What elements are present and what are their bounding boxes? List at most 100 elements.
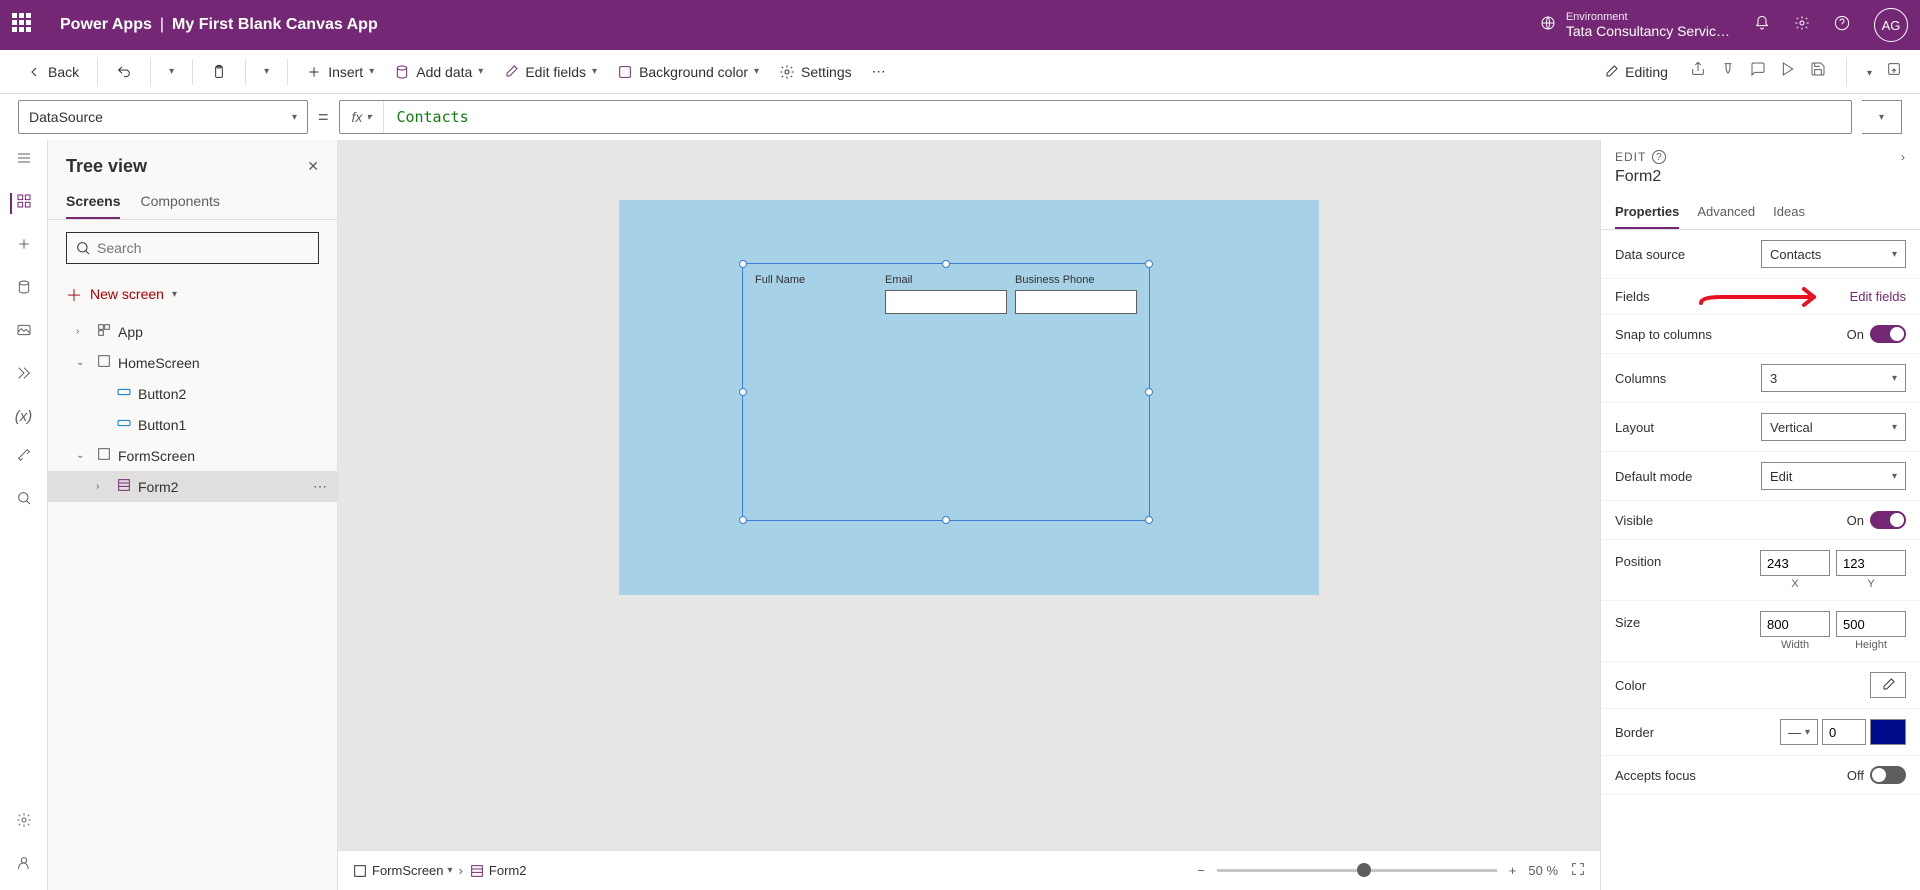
visible-toggle[interactable] xyxy=(1870,511,1906,529)
header-title: Power Apps | My First Blank Canvas App xyxy=(60,16,378,34)
background-color-button[interactable]: Background color ▾ xyxy=(609,58,767,86)
border-color-picker[interactable] xyxy=(1870,719,1906,745)
variables-rail-icon[interactable]: (x) xyxy=(15,408,33,425)
tree-node-button1[interactable]: Button1 xyxy=(48,409,337,440)
data-source-select[interactable]: Contacts▾ xyxy=(1761,240,1906,268)
resize-handle[interactable] xyxy=(739,516,747,524)
insert-rail-icon[interactable] xyxy=(16,236,32,257)
insert-button[interactable]: Insert ▾ xyxy=(298,58,382,86)
tab-screens[interactable]: Screens xyxy=(66,185,120,219)
resize-handle[interactable] xyxy=(1145,388,1153,396)
tree-node-formscreen[interactable]: ⌄ FormScreen xyxy=(48,440,337,471)
close-tree-icon[interactable]: ✕ xyxy=(307,158,319,175)
info-icon[interactable]: ? xyxy=(1652,150,1666,164)
border-width-input[interactable] xyxy=(1822,719,1866,745)
property-selector[interactable]: DataSource ▾ xyxy=(18,100,308,134)
tree-node-homescreen[interactable]: ⌄ HomeScreen xyxy=(48,347,337,378)
breadcrumb: FormScreen ▾ › Form2 xyxy=(352,863,526,879)
position-y-input[interactable] xyxy=(1836,550,1906,576)
breadcrumb-screen[interactable]: FormScreen ▾ xyxy=(352,863,453,879)
checker-icon[interactable] xyxy=(1720,61,1736,82)
new-screen-button[interactable]: ＋ New screen ▾ xyxy=(48,276,337,312)
columns-label: Columns xyxy=(1615,371,1666,386)
environment-label: Environment xyxy=(1566,11,1730,23)
snap-toggle[interactable] xyxy=(1870,325,1906,343)
media-rail-icon[interactable] xyxy=(16,322,32,343)
zoom-slider[interactable] xyxy=(1217,869,1497,872)
fit-to-window-icon[interactable] xyxy=(1570,861,1586,880)
default-mode-select[interactable]: Edit▾ xyxy=(1761,462,1906,490)
undo-button[interactable] xyxy=(108,58,140,86)
tab-advanced[interactable]: Advanced xyxy=(1697,196,1755,229)
breadcrumb-form[interactable]: Form2 xyxy=(469,863,527,879)
hamburger-icon[interactable] xyxy=(16,150,32,171)
tree-node-button2[interactable]: Button2 xyxy=(48,378,337,409)
resize-handle[interactable] xyxy=(1145,260,1153,268)
height-input[interactable] xyxy=(1836,611,1906,637)
tools-rail-icon[interactable] xyxy=(16,447,32,468)
resize-handle[interactable] xyxy=(739,388,747,396)
undo-dropdown[interactable]: ▾ xyxy=(161,60,182,83)
zoom-out-button[interactable]: − xyxy=(1197,863,1205,878)
email-input[interactable] xyxy=(885,290,1007,314)
save-icon[interactable] xyxy=(1810,61,1826,82)
border-style-select[interactable]: — ▾ xyxy=(1780,719,1818,745)
tree-view-icon[interactable] xyxy=(10,193,32,214)
app-launcher-icon[interactable] xyxy=(12,13,36,37)
tree-node-form2[interactable]: › Form2 ⋯ xyxy=(48,471,337,502)
paste-dropdown[interactable]: ▾ xyxy=(256,60,277,83)
left-rail: (x) xyxy=(0,140,48,890)
zoom-value: 50 % xyxy=(1528,863,1558,878)
paste-button[interactable] xyxy=(203,58,235,86)
resize-handle[interactable] xyxy=(942,516,950,524)
layout-label: Layout xyxy=(1615,420,1654,435)
border-label: Border xyxy=(1615,725,1654,740)
form2-control[interactable]: Full Name Email Business Phone xyxy=(742,263,1150,521)
resize-handle[interactable] xyxy=(1145,516,1153,524)
share-icon[interactable] xyxy=(1690,61,1706,82)
tab-properties[interactable]: Properties xyxy=(1615,196,1679,229)
zoom-in-button[interactable]: + xyxy=(1509,863,1517,878)
columns-select[interactable]: 3▾ xyxy=(1761,364,1906,392)
color-picker[interactable] xyxy=(1870,672,1906,698)
preview-icon[interactable] xyxy=(1780,61,1796,82)
publish-icon[interactable] xyxy=(1886,61,1902,82)
more-icon[interactable]: ⋯ xyxy=(313,478,327,495)
settings-rail-icon[interactable] xyxy=(16,812,32,833)
settings-icon[interactable] xyxy=(1794,15,1810,36)
tree-search[interactable] xyxy=(66,232,319,264)
title-divider: | xyxy=(160,16,164,34)
accepts-focus-toggle[interactable] xyxy=(1870,766,1906,784)
width-input[interactable] xyxy=(1760,611,1830,637)
help-icon[interactable] xyxy=(1834,15,1850,36)
expand-panel-icon[interactable]: › xyxy=(1901,150,1906,164)
more-button[interactable]: ⋯ xyxy=(864,57,894,86)
phone-input[interactable] xyxy=(1015,290,1137,314)
layout-select[interactable]: Vertical▾ xyxy=(1761,413,1906,441)
edit-fields-button[interactable]: Edit fields ▾ xyxy=(495,58,605,86)
search-input[interactable] xyxy=(97,240,310,256)
add-data-button[interactable]: Add data ▾ xyxy=(386,58,491,86)
formula-input[interactable]: fx▾ Contacts xyxy=(339,100,1852,134)
virtual-agent-icon[interactable] xyxy=(16,855,32,876)
position-x-input[interactable] xyxy=(1760,550,1830,576)
comments-icon[interactable] xyxy=(1750,61,1766,82)
tab-ideas[interactable]: Ideas xyxy=(1773,196,1805,229)
back-button[interactable]: Back xyxy=(18,58,87,86)
tree-node-app[interactable]: › App xyxy=(48,316,337,347)
save-dropdown[interactable]: ▾ xyxy=(1867,63,1872,81)
environment-picker[interactable]: Environment Tata Consultancy Servic… xyxy=(1540,11,1730,39)
formula-expand-button[interactable]: ▾ xyxy=(1862,100,1902,134)
notifications-icon[interactable] xyxy=(1754,15,1770,36)
resize-handle[interactable] xyxy=(942,260,950,268)
resize-handle[interactable] xyxy=(739,260,747,268)
screen-preview[interactable]: Full Name Email Business Phone xyxy=(619,200,1319,595)
editing-mode-button[interactable]: Editing xyxy=(1595,58,1676,86)
user-avatar[interactable]: AG xyxy=(1874,8,1908,42)
data-rail-icon[interactable] xyxy=(16,279,32,300)
settings-button[interactable]: Settings xyxy=(771,58,860,86)
edit-fields-link[interactable]: Edit fields xyxy=(1850,289,1906,304)
search-rail-icon[interactable] xyxy=(16,490,32,511)
tab-components[interactable]: Components xyxy=(140,185,219,219)
flows-rail-icon[interactable] xyxy=(16,365,32,386)
